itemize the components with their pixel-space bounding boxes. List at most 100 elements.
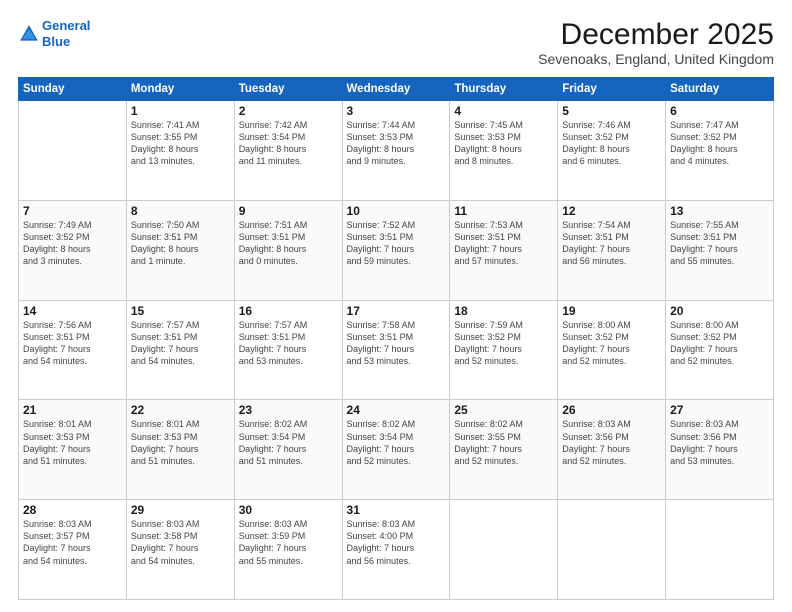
cell-info: Sunrise: 8:03 AMSunset: 3:59 PMDaylight:… [239,518,338,567]
cell-info: Sunrise: 7:57 AMSunset: 3:51 PMDaylight:… [131,319,230,368]
day-number: 11 [454,204,553,218]
cell-info: Sunrise: 7:49 AMSunset: 3:52 PMDaylight:… [23,219,122,268]
day-number: 25 [454,403,553,417]
cell-info: Sunrise: 7:52 AMSunset: 3:51 PMDaylight:… [347,219,446,268]
page: General Blue December 2025 Sevenoaks, En… [0,0,792,612]
weekday-header: Tuesday [234,78,342,101]
logo-text: General Blue [42,18,90,49]
day-number: 21 [23,403,122,417]
cell-info: Sunrise: 7:47 AMSunset: 3:52 PMDaylight:… [670,119,769,168]
calendar-cell: 17Sunrise: 7:58 AMSunset: 3:51 PMDayligh… [342,300,450,400]
day-number: 10 [347,204,446,218]
calendar-cell: 5Sunrise: 7:46 AMSunset: 3:52 PMDaylight… [558,101,666,201]
calendar-cell: 13Sunrise: 7:55 AMSunset: 3:51 PMDayligh… [666,200,774,300]
cell-info: Sunrise: 7:42 AMSunset: 3:54 PMDaylight:… [239,119,338,168]
cell-info: Sunrise: 7:53 AMSunset: 3:51 PMDaylight:… [454,219,553,268]
day-number: 6 [670,104,769,118]
calendar-cell: 25Sunrise: 8:02 AMSunset: 3:55 PMDayligh… [450,400,558,500]
day-number: 17 [347,304,446,318]
calendar-cell: 1Sunrise: 7:41 AMSunset: 3:55 PMDaylight… [126,101,234,201]
calendar-cell: 4Sunrise: 7:45 AMSunset: 3:53 PMDaylight… [450,101,558,201]
logo: General Blue [18,18,90,49]
calendar-cell: 18Sunrise: 7:59 AMSunset: 3:52 PMDayligh… [450,300,558,400]
cell-info: Sunrise: 8:03 AMSunset: 3:56 PMDaylight:… [670,418,769,467]
calendar-cell: 2Sunrise: 7:42 AMSunset: 3:54 PMDaylight… [234,101,342,201]
calendar-cell: 30Sunrise: 8:03 AMSunset: 3:59 PMDayligh… [234,500,342,600]
calendar-cell: 20Sunrise: 8:00 AMSunset: 3:52 PMDayligh… [666,300,774,400]
day-number: 1 [131,104,230,118]
day-number: 2 [239,104,338,118]
cell-info: Sunrise: 7:59 AMSunset: 3:52 PMDaylight:… [454,319,553,368]
calendar-cell: 11Sunrise: 7:53 AMSunset: 3:51 PMDayligh… [450,200,558,300]
cell-info: Sunrise: 8:03 AMSunset: 3:57 PMDaylight:… [23,518,122,567]
calendar-cell [558,500,666,600]
day-number: 5 [562,104,661,118]
day-number: 20 [670,304,769,318]
day-number: 27 [670,403,769,417]
weekday-header: Saturday [666,78,774,101]
cell-info: Sunrise: 8:01 AMSunset: 3:53 PMDaylight:… [131,418,230,467]
calendar-cell: 6Sunrise: 7:47 AMSunset: 3:52 PMDaylight… [666,101,774,201]
cell-info: Sunrise: 7:51 AMSunset: 3:51 PMDaylight:… [239,219,338,268]
calendar-cell: 27Sunrise: 8:03 AMSunset: 3:56 PMDayligh… [666,400,774,500]
calendar-cell: 15Sunrise: 7:57 AMSunset: 3:51 PMDayligh… [126,300,234,400]
cell-info: Sunrise: 8:00 AMSunset: 3:52 PMDaylight:… [670,319,769,368]
calendar-cell: 31Sunrise: 8:03 AMSunset: 4:00 PMDayligh… [342,500,450,600]
weekday-header: Thursday [450,78,558,101]
cell-info: Sunrise: 8:01 AMSunset: 3:53 PMDaylight:… [23,418,122,467]
cell-info: Sunrise: 7:41 AMSunset: 3:55 PMDaylight:… [131,119,230,168]
calendar-cell [666,500,774,600]
calendar-cell: 22Sunrise: 8:01 AMSunset: 3:53 PMDayligh… [126,400,234,500]
day-number: 12 [562,204,661,218]
calendar-cell [19,101,127,201]
day-number: 26 [562,403,661,417]
cell-info: Sunrise: 7:58 AMSunset: 3:51 PMDaylight:… [347,319,446,368]
day-number: 15 [131,304,230,318]
month-title: December 2025 [538,18,774,51]
logo-icon [18,23,40,45]
calendar-cell: 28Sunrise: 8:03 AMSunset: 3:57 PMDayligh… [19,500,127,600]
cell-info: Sunrise: 7:50 AMSunset: 3:51 PMDaylight:… [131,219,230,268]
cell-info: Sunrise: 8:00 AMSunset: 3:52 PMDaylight:… [562,319,661,368]
calendar-cell: 16Sunrise: 7:57 AMSunset: 3:51 PMDayligh… [234,300,342,400]
day-number: 31 [347,503,446,517]
cell-info: Sunrise: 8:02 AMSunset: 3:54 PMDaylight:… [347,418,446,467]
calendar-cell: 7Sunrise: 7:49 AMSunset: 3:52 PMDaylight… [19,200,127,300]
cell-info: Sunrise: 8:02 AMSunset: 3:55 PMDaylight:… [454,418,553,467]
logo-line1: General [42,18,90,33]
day-number: 13 [670,204,769,218]
cell-info: Sunrise: 7:46 AMSunset: 3:52 PMDaylight:… [562,119,661,168]
calendar-cell [450,500,558,600]
cell-info: Sunrise: 8:03 AMSunset: 3:56 PMDaylight:… [562,418,661,467]
calendar-cell: 26Sunrise: 8:03 AMSunset: 3:56 PMDayligh… [558,400,666,500]
cell-info: Sunrise: 8:03 AMSunset: 4:00 PMDaylight:… [347,518,446,567]
calendar-cell: 14Sunrise: 7:56 AMSunset: 3:51 PMDayligh… [19,300,127,400]
weekday-header: Monday [126,78,234,101]
weekday-header: Wednesday [342,78,450,101]
day-number: 4 [454,104,553,118]
weekday-header: Friday [558,78,666,101]
day-number: 24 [347,403,446,417]
cell-info: Sunrise: 7:44 AMSunset: 3:53 PMDaylight:… [347,119,446,168]
day-number: 3 [347,104,446,118]
day-number: 18 [454,304,553,318]
weekday-header: Sunday [19,78,127,101]
cell-info: Sunrise: 8:03 AMSunset: 3:58 PMDaylight:… [131,518,230,567]
calendar-cell: 3Sunrise: 7:44 AMSunset: 3:53 PMDaylight… [342,101,450,201]
calendar-cell: 29Sunrise: 8:03 AMSunset: 3:58 PMDayligh… [126,500,234,600]
header: General Blue December 2025 Sevenoaks, En… [18,18,774,67]
calendar-cell: 12Sunrise: 7:54 AMSunset: 3:51 PMDayligh… [558,200,666,300]
day-number: 23 [239,403,338,417]
day-number: 28 [23,503,122,517]
logo-line2: Blue [42,34,70,49]
day-number: 16 [239,304,338,318]
calendar-cell: 9Sunrise: 7:51 AMSunset: 3:51 PMDaylight… [234,200,342,300]
day-number: 30 [239,503,338,517]
day-number: 9 [239,204,338,218]
day-number: 14 [23,304,122,318]
calendar-cell: 24Sunrise: 8:02 AMSunset: 3:54 PMDayligh… [342,400,450,500]
cell-info: Sunrise: 7:57 AMSunset: 3:51 PMDaylight:… [239,319,338,368]
location: Sevenoaks, England, United Kingdom [538,51,774,67]
calendar-cell: 21Sunrise: 8:01 AMSunset: 3:53 PMDayligh… [19,400,127,500]
calendar-cell: 10Sunrise: 7:52 AMSunset: 3:51 PMDayligh… [342,200,450,300]
